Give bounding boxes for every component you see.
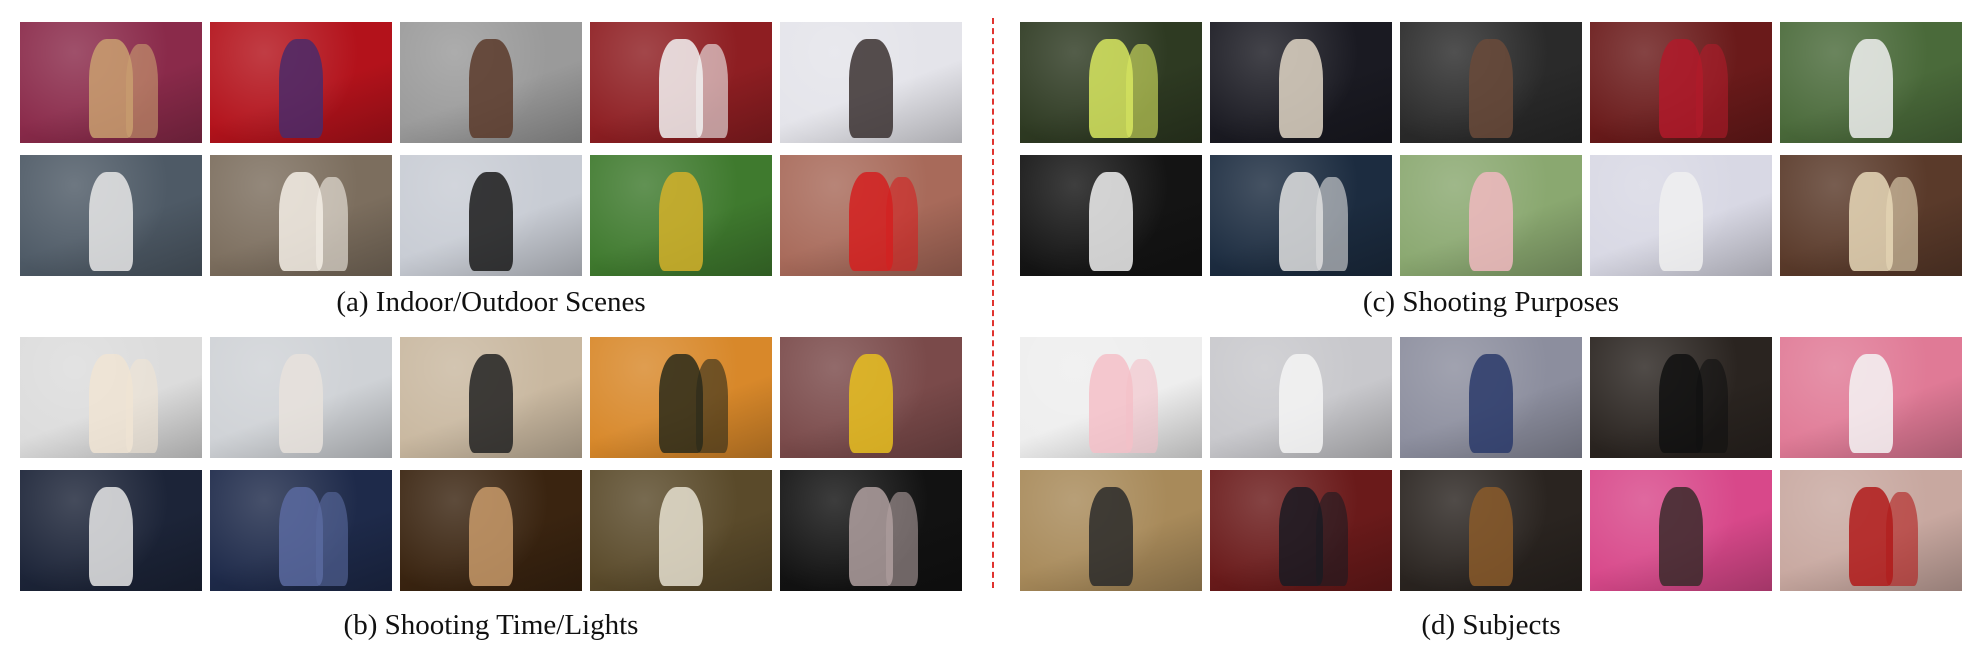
photo-a-7 [210,155,392,276]
photo-grid-c [1020,22,1962,276]
photo-subject-secondary [315,491,349,587]
photo-b-1 [20,337,202,458]
photo-d-5 [1780,337,1962,458]
photo-grid-d [1020,337,1962,591]
photo-subject [89,486,133,587]
photo-d-8 [1400,470,1582,591]
photo-c-10 [1780,155,1962,276]
photo-d-10 [1780,470,1962,591]
photo-d-3 [1400,337,1582,458]
photo-b-10 [780,470,962,591]
photo-b-6 [20,470,202,591]
photo-subject [849,353,893,454]
photo-subject-secondary [1885,176,1919,272]
photo-d-1 [1020,337,1202,458]
photo-subject [1659,171,1703,272]
photo-subject [1849,38,1893,139]
photo-c-4 [1590,22,1772,143]
photo-b-4 [590,337,772,458]
photo-a-8 [400,155,582,276]
photo-d-9 [1590,470,1772,591]
photo-subject [659,486,703,587]
photo-subject [1279,38,1323,139]
photo-d-2 [1210,337,1392,458]
photo-subject-secondary [1315,176,1349,272]
photo-subject [1469,486,1513,587]
photo-c-6 [1020,155,1202,276]
photo-subject-secondary [315,176,349,272]
photo-b-3 [400,337,582,458]
photo-subject-secondary [1315,491,1349,587]
photo-subject-secondary [885,176,919,272]
photo-a-6 [20,155,202,276]
panel-subjects [1020,337,1962,591]
photo-subject [279,38,323,139]
photo-d-7 [1210,470,1392,591]
photo-a-4 [590,22,772,143]
photo-subject [1469,38,1513,139]
photo-c-5 [1780,22,1962,143]
photo-subject [1089,486,1133,587]
photo-a-10 [780,155,962,276]
photo-subject-secondary [695,43,729,139]
photo-subject-secondary [1885,491,1919,587]
photo-subject [279,353,323,454]
photo-c-8 [1400,155,1582,276]
photo-b-9 [590,470,772,591]
photo-subject-secondary [885,491,919,587]
photo-subject-secondary [1695,358,1729,454]
caption-shooting-purposes: (c) Shooting Purposes [1362,286,1620,318]
caption-indoor-outdoor: (a) Indoor/Outdoor Scenes [336,286,646,318]
photo-subject [1849,353,1893,454]
photo-subject [1469,171,1513,272]
photo-d-4 [1590,337,1772,458]
photo-a-2 [210,22,392,143]
photo-a-1 [20,22,202,143]
photo-subject [659,171,703,272]
photo-a-5 [780,22,962,143]
photo-c-2 [1210,22,1392,143]
photo-b-2 [210,337,392,458]
photo-c-1 [1020,22,1202,143]
photo-c-9 [1590,155,1772,276]
photo-subject-secondary [125,358,159,454]
photo-subject [849,38,893,139]
photo-subject [1089,171,1133,272]
photo-subject-secondary [1695,43,1729,139]
photo-b-7 [210,470,392,591]
panel-shooting-time [20,337,962,591]
photo-subject [469,353,513,454]
photo-subject [469,171,513,272]
caption-shooting-time: (b) Shooting Time/Lights [343,609,639,641]
dashed-divider [992,18,994,588]
photo-subject-secondary [695,358,729,454]
photo-d-6 [1020,470,1202,591]
photo-subject [1469,353,1513,454]
photo-c-3 [1400,22,1582,143]
photo-a-3 [400,22,582,143]
photo-subject-secondary [1125,43,1159,139]
panel-shooting-purposes [1020,22,1962,276]
photo-subject [469,486,513,587]
panel-indoor-outdoor [20,22,962,276]
photo-b-5 [780,337,962,458]
photo-b-8 [400,470,582,591]
photo-grid-a [20,22,962,276]
caption-subjects: (d) Subjects [1421,609,1561,641]
photo-subject [1659,486,1703,587]
photo-subject-secondary [1125,358,1159,454]
photo-subject [1279,353,1323,454]
photo-a-9 [590,155,772,276]
photo-grid-b [20,337,962,591]
photo-subject [469,38,513,139]
photo-subject [89,171,133,272]
photo-c-7 [1210,155,1392,276]
photo-subject-secondary [125,43,159,139]
